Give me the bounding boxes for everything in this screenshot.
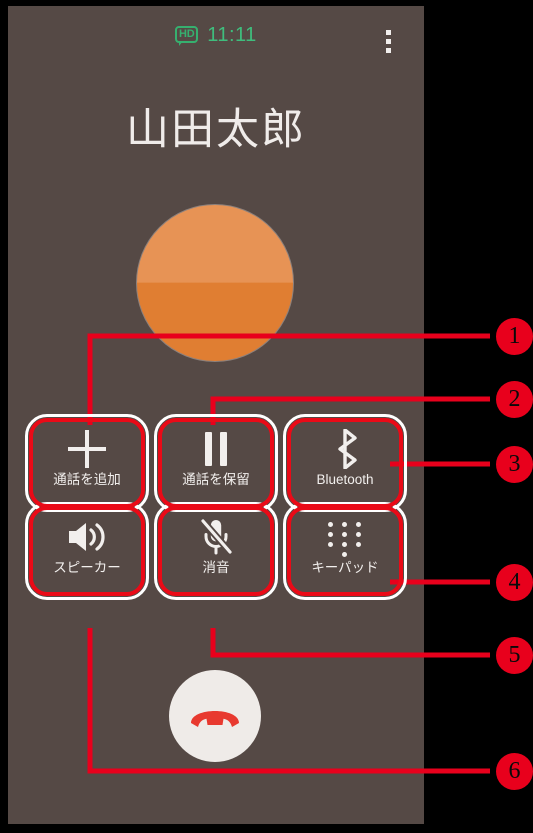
caller-avatar	[136, 204, 294, 362]
caller-name: 山田太郎	[126, 106, 306, 154]
mute-button[interactable]: 消音	[154, 502, 278, 600]
more-options-dot	[386, 48, 391, 53]
in-call-options-row: スピーカー 消音 キーパッド	[25, 502, 407, 600]
microphone-off-icon	[198, 514, 234, 560]
more-options-dot	[386, 30, 391, 35]
hd-badge-label: HD	[179, 28, 195, 40]
hold-call-label: 通話を保留	[182, 472, 250, 487]
callout-badge-1: 1	[496, 318, 533, 355]
callout-badge-3: 3	[496, 446, 533, 483]
end-call-handset-icon	[191, 711, 239, 727]
add-call-button[interactable]: 通話を追加	[25, 414, 149, 512]
in-call-options-row: 通話を追加 通話を保留 Bluetooth	[25, 414, 407, 512]
keypad-label: キーパッド	[311, 560, 379, 575]
bluetooth-label: Bluetooth	[316, 472, 374, 487]
callout-badge-6: 6	[496, 753, 533, 790]
speaker-label: スピーカー	[53, 560, 121, 575]
screenshot-root: HD 11:11 山田太郎 通話を追加 通話を保留 Bluetooth スピーカ…	[0, 0, 533, 828]
in-call-options-grid: 通話を追加 通話を保留 Bluetooth スピーカー 消音 キーパッド	[25, 414, 407, 600]
end-call-button[interactable]	[169, 670, 261, 762]
status-bar-time: 11:11	[207, 24, 257, 46]
speaker-icon	[66, 514, 108, 560]
dialpad-icon	[327, 514, 363, 560]
status-bar: HD 11:11	[8, 6, 424, 62]
more-options-icon[interactable]	[386, 30, 391, 53]
mute-label: 消音	[202, 560, 230, 575]
plus-icon	[68, 426, 106, 472]
pause-icon	[204, 426, 228, 472]
bluetooth-icon	[328, 426, 362, 472]
hd-badge-tail	[179, 41, 184, 46]
more-options-dot	[386, 39, 391, 44]
phone-call-screen: HD 11:11 山田太郎 通話を追加 通話を保留 Bluetooth スピーカ…	[8, 6, 424, 824]
callout-badge-4: 4	[496, 564, 533, 601]
hold-call-button[interactable]: 通話を保留	[154, 414, 278, 512]
hd-voice-icon: HD	[175, 26, 199, 46]
status-bar-center: HD 11:11	[8, 24, 424, 47]
speaker-button[interactable]: スピーカー	[25, 502, 149, 600]
callout-badge-2: 2	[496, 381, 533, 418]
keypad-button[interactable]: キーパッド	[283, 502, 407, 600]
bluetooth-button[interactable]: Bluetooth	[283, 414, 407, 512]
callout-badge-5: 5	[496, 637, 533, 674]
add-call-label: 通話を追加	[53, 472, 121, 487]
